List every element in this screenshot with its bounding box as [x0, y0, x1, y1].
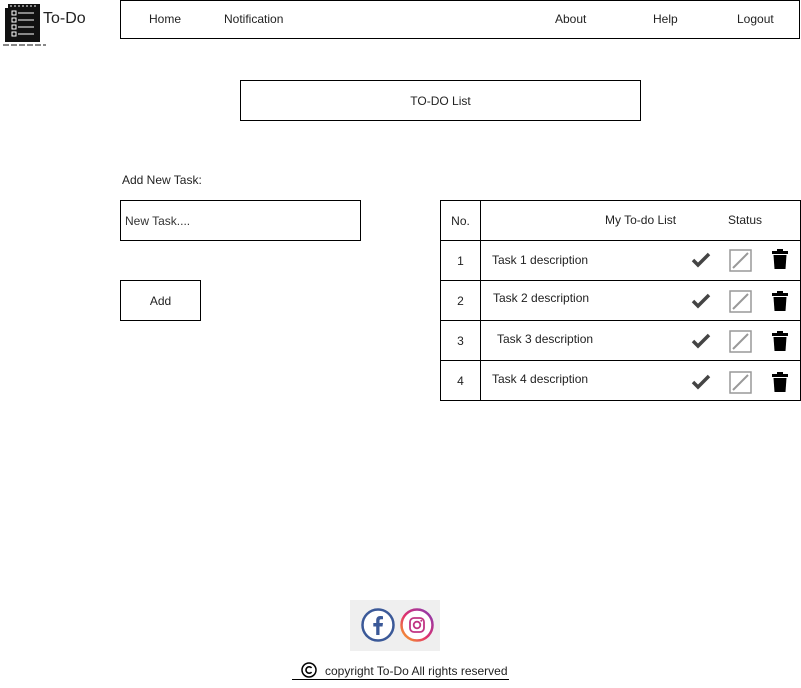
page-title: TO-DO List [240, 80, 641, 121]
check-icon[interactable] [691, 333, 711, 349]
task-description: Task 3 description [497, 332, 594, 346]
trash-icon[interactable] [772, 291, 788, 311]
copyright-text: copyright To-Do All rights reserved [325, 664, 508, 678]
nav-notification[interactable]: Notification [224, 12, 283, 26]
add-task-label: Add New Task: [122, 173, 202, 187]
instagram-icon[interactable] [400, 608, 434, 642]
nav-about[interactable]: About [555, 12, 586, 26]
edit-icon[interactable] [729, 371, 752, 394]
new-task-input[interactable] [120, 200, 361, 241]
header-no: No. [440, 200, 481, 241]
trash-icon[interactable] [772, 331, 788, 351]
logo-icon [3, 4, 46, 46]
row-number: 2 [440, 280, 481, 321]
trash-icon[interactable] [772, 249, 788, 269]
row-number: 4 [440, 360, 481, 401]
task-description: Task 1 description [492, 253, 589, 267]
nav-help[interactable]: Help [653, 12, 678, 26]
check-icon[interactable] [691, 293, 711, 309]
edit-icon[interactable] [729, 330, 752, 353]
nav-logout[interactable]: Logout [737, 12, 774, 26]
task-description: Task 4 description [492, 372, 589, 386]
copyright-icon [301, 662, 317, 678]
task-description: Task 2 description [493, 291, 590, 305]
nav-home[interactable]: Home [149, 12, 181, 26]
edit-icon[interactable] [729, 249, 752, 272]
header-list: My To-do List [605, 213, 677, 227]
row-number: 1 [440, 240, 481, 281]
add-button[interactable]: Add [120, 280, 201, 321]
check-icon[interactable] [691, 374, 711, 390]
facebook-icon[interactable] [361, 608, 395, 642]
row-number: 3 [440, 320, 481, 361]
app-name: To-Do [43, 10, 86, 27]
header-status: Status [728, 213, 763, 227]
edit-icon[interactable] [729, 290, 752, 313]
trash-icon[interactable] [772, 372, 788, 392]
check-icon[interactable] [691, 252, 711, 268]
footer-divider [292, 679, 509, 680]
top-navbar [120, 0, 800, 39]
